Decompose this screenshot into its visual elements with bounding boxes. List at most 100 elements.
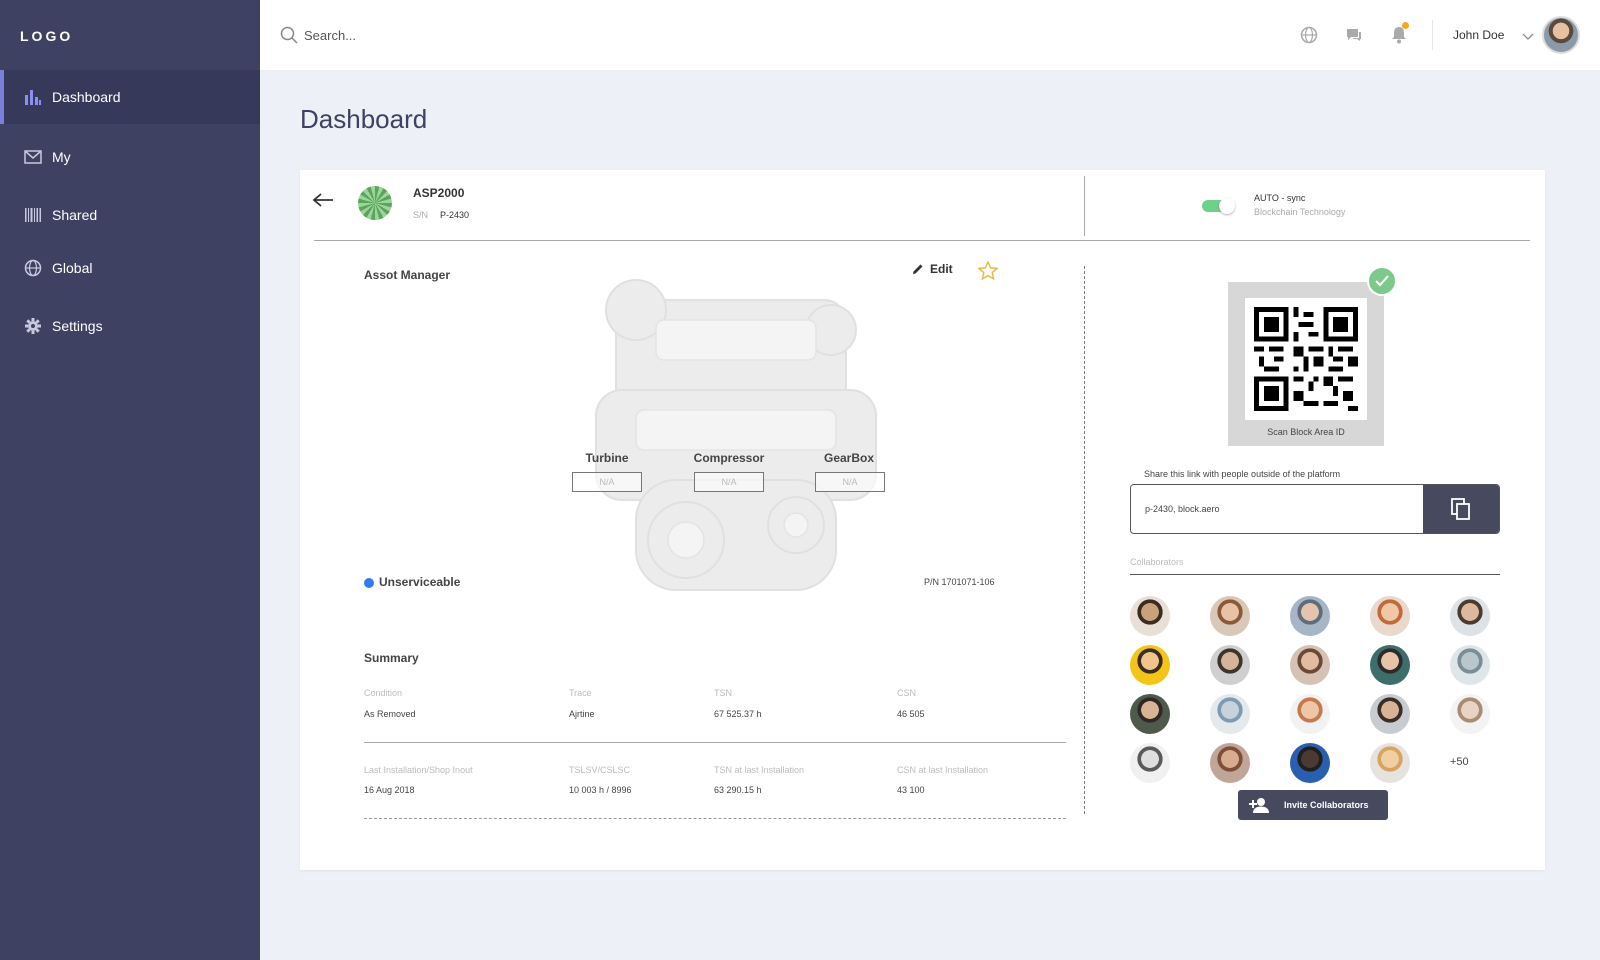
component-gearbox-label: GearBox: [823, 451, 875, 465]
summary-value: 63 290.15 h: [714, 785, 762, 795]
qr-code-panel[interactable]: Scan Block Area ID: [1228, 282, 1384, 446]
asset-name: ASP2000: [413, 186, 465, 200]
bell-icon[interactable]: [1388, 22, 1410, 46]
app-logo[interactable]: LOGO: [20, 28, 73, 44]
component-turbine-label: Turbine: [585, 451, 629, 465]
component-compressor-value[interactable]: N/A: [694, 472, 764, 492]
sidebar-item-label: Global: [52, 260, 93, 276]
asset-card: ASP2000 S/N P-2430 AUTO - sync Blockchai…: [300, 170, 1545, 870]
sidebar-item-dashboard[interactable]: Dashboard: [0, 70, 260, 124]
part-number: P/N 1701071-106: [924, 577, 995, 587]
collaborator-avatar[interactable]: [1290, 645, 1330, 685]
check-icon: [1367, 266, 1397, 296]
collaborators-label: Collaborators: [1130, 557, 1184, 567]
asset-logo: [358, 186, 392, 220]
collaborator-avatar[interactable]: [1290, 694, 1330, 734]
sidebar-item-label: Dashboard: [52, 89, 121, 105]
sidebar-item-shared[interactable]: Shared: [0, 188, 260, 242]
back-arrow-icon[interactable]: [312, 192, 334, 213]
summary-value: 43 100: [897, 785, 925, 795]
invite-label: Invite Collaborators: [1284, 800, 1369, 810]
barcode-icon: [24, 206, 42, 224]
summary-label: TSN at last Installation: [714, 765, 805, 775]
page-title: Dashboard: [300, 104, 428, 134]
search-icon: [280, 26, 298, 49]
summary-label: Condition: [364, 688, 403, 698]
component-turbine-value[interactable]: N/A: [572, 472, 642, 492]
collaborator-avatar[interactable]: [1210, 743, 1250, 783]
qr-caption: Scan Block Area ID: [1267, 427, 1345, 437]
sidebar-item-label: My: [52, 149, 71, 165]
engine-image: [595, 279, 877, 591]
share-label: Share this link with people outside of t…: [1144, 469, 1341, 479]
pencil-icon: [913, 264, 923, 274]
sidebar-item-settings[interactable]: Settings: [0, 299, 260, 353]
sidebar: LOGO Dashboard My Shared Global Settings: [0, 0, 260, 960]
qr-code-image: [1254, 307, 1358, 411]
header-divider: [1432, 20, 1433, 50]
user-name[interactable]: John Doe: [1453, 28, 1504, 42]
collaborator-avatar[interactable]: [1130, 645, 1170, 685]
bar-chart-icon: [24, 88, 42, 106]
collaborator-avatar[interactable]: [1450, 596, 1490, 636]
collaborator-avatar[interactable]: [1370, 743, 1410, 783]
collaborator-avatar[interactable]: [1130, 694, 1170, 734]
collaborator-avatar[interactable]: [1130, 743, 1170, 783]
asset-manager-title: Assot Manager: [364, 268, 451, 282]
invite-collaborators-button[interactable]: Invite Collaborators: [1238, 790, 1388, 820]
summary-divider: [364, 742, 1066, 743]
share-link-field: [1130, 484, 1500, 534]
chevron-down-icon[interactable]: [1522, 28, 1534, 46]
notification-badge: [1402, 22, 1409, 29]
collaborator-avatar[interactable]: [1290, 743, 1330, 783]
status-text: Unserviceable: [379, 575, 461, 589]
collaborator-avatar[interactable]: [1130, 596, 1170, 636]
chat-icon[interactable]: [1343, 24, 1365, 46]
add-user-icon: [1249, 798, 1269, 813]
sync-subtitle: Blockchain Technology: [1254, 207, 1346, 217]
sidebar-item-label: Settings: [52, 318, 103, 334]
collaborator-avatar[interactable]: [1210, 596, 1250, 636]
sidebar-item-global[interactable]: Global: [0, 241, 260, 295]
collaborator-avatar[interactable]: [1450, 694, 1490, 734]
copy-button[interactable]: [1423, 485, 1499, 533]
summary-value: 46 505: [897, 709, 925, 719]
gear-icon: [24, 317, 42, 335]
collaborator-avatar[interactable]: [1210, 694, 1250, 734]
header-separator: [314, 240, 1530, 241]
summary-label: TSN: [714, 688, 732, 698]
collaborator-avatar[interactable]: [1450, 645, 1490, 685]
sidebar-item-label: Shared: [52, 207, 98, 223]
summary-label: TSLSV/CSLSC: [569, 765, 631, 775]
summary-label: Trace: [569, 688, 592, 698]
status-dot: [364, 578, 374, 588]
mail-icon: [24, 148, 42, 166]
user-avatar[interactable]: [1542, 16, 1580, 54]
star-icon[interactable]: [977, 260, 999, 285]
collaborators-divider: [1130, 574, 1500, 575]
share-link-input[interactable]: [1131, 485, 1423, 533]
collaborator-avatar[interactable]: [1370, 694, 1410, 734]
summary-label: CSN: [897, 688, 917, 698]
collaborator-avatar[interactable]: [1370, 596, 1410, 636]
collaborator-avatar[interactable]: [1210, 645, 1250, 685]
component-compressor-label: Compressor: [693, 451, 765, 465]
globe-icon[interactable]: [1298, 24, 1320, 46]
more-collaborators-count[interactable]: +50: [1450, 756, 1469, 768]
top-bar: John Doe: [260, 0, 1600, 70]
summary-value: 10 003 h / 8996: [569, 785, 632, 795]
edit-label: Edit: [930, 262, 953, 276]
qr-code: [1245, 298, 1367, 420]
summary-title: Summary: [364, 651, 419, 665]
search-input[interactable]: [304, 22, 604, 48]
summary-label: CSN at last Installation: [897, 765, 989, 775]
copy-icon: [1451, 498, 1470, 520]
collaborator-avatar[interactable]: [1290, 596, 1330, 636]
summary-value: 16 Aug 2018: [364, 785, 415, 795]
component-gearbox-value[interactable]: N/A: [815, 472, 885, 492]
auto-sync-toggle[interactable]: [1202, 198, 1235, 214]
collaborator-avatar[interactable]: [1370, 645, 1410, 685]
summary-divider: [364, 818, 1066, 819]
edit-button[interactable]: Edit: [912, 262, 953, 276]
sidebar-item-my[interactable]: My: [0, 130, 260, 184]
